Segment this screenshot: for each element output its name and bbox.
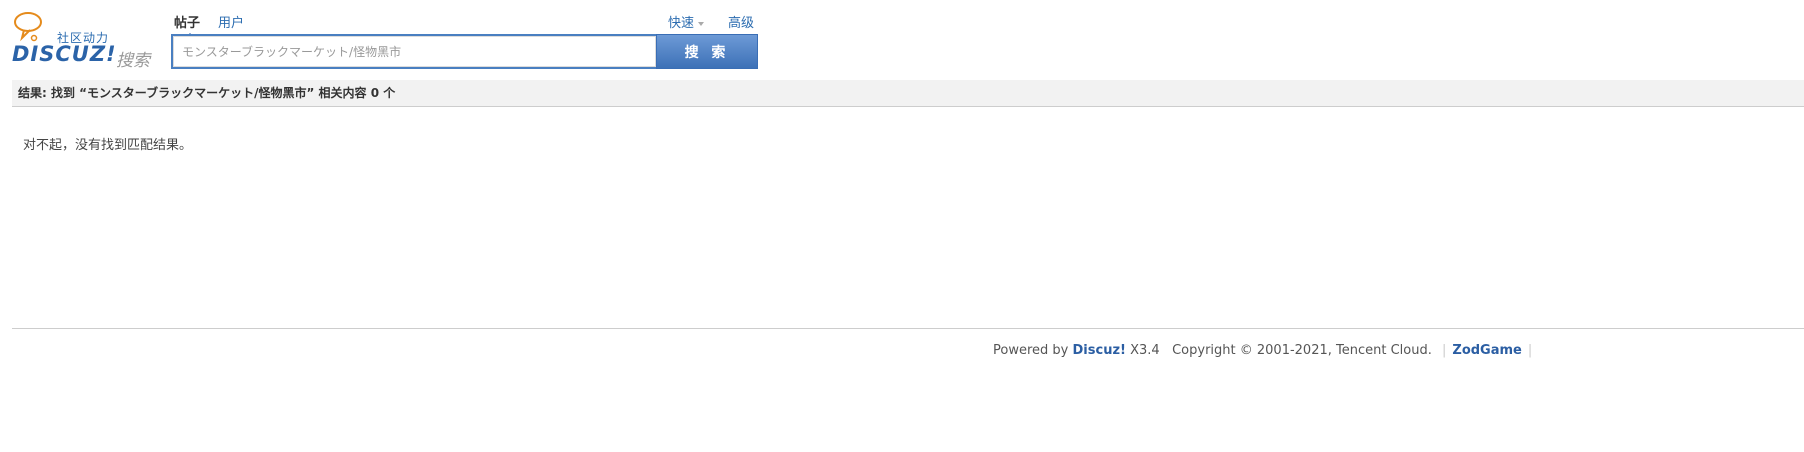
version-text: X3.4 <box>1130 343 1160 358</box>
search-box <box>171 34 656 69</box>
tab-posts[interactable]: 帖子 <box>174 12 200 31</box>
copyright-text: Copyright © 2001-2021, Tencent Cloud. <box>1172 343 1432 358</box>
fast-search-label: 快速 <box>668 16 695 31</box>
tab-users[interactable]: 用户 <box>218 12 244 31</box>
logo-brand: DISCUZ! <box>12 42 117 66</box>
logo-search-text: 搜索 <box>116 51 150 71</box>
no-result-message: 对不起，没有找到匹配结果。 <box>23 138 193 153</box>
site-link[interactable]: ZodGame <box>1452 343 1521 358</box>
footer-divider <box>12 328 1804 329</box>
search-input[interactable] <box>173 36 656 67</box>
footer-separator: | <box>1442 343 1447 358</box>
discuz-brand-link[interactable]: Discuz! <box>1073 343 1126 358</box>
speech-bubble-icon <box>14 12 42 42</box>
footer-separator: | <box>1527 343 1533 358</box>
result-summary-bar: 结果: 找到 “モンスターブラックマーケット/怪物黑市” 相关内容 0 个 <box>12 80 1804 107</box>
footer: Powered by Discuz! X3.4 Copyright © 2001… <box>993 343 1538 358</box>
powered-by-text: Powered by <box>993 343 1069 358</box>
search-header: 社区动力 DISCUZ! 搜索 帖子 用户 快速 高级 搜 索 <box>0 0 1804 78</box>
discuz-search-logo[interactable]: 社区动力 DISCUZ! 搜索 <box>12 12 152 71</box>
search-button[interactable]: 搜 索 <box>656 34 758 69</box>
fast-search-dropdown[interactable]: 快速 <box>668 12 705 31</box>
chevron-down-icon <box>698 21 705 26</box>
advanced-search-link[interactable]: 高级 <box>728 12 754 31</box>
